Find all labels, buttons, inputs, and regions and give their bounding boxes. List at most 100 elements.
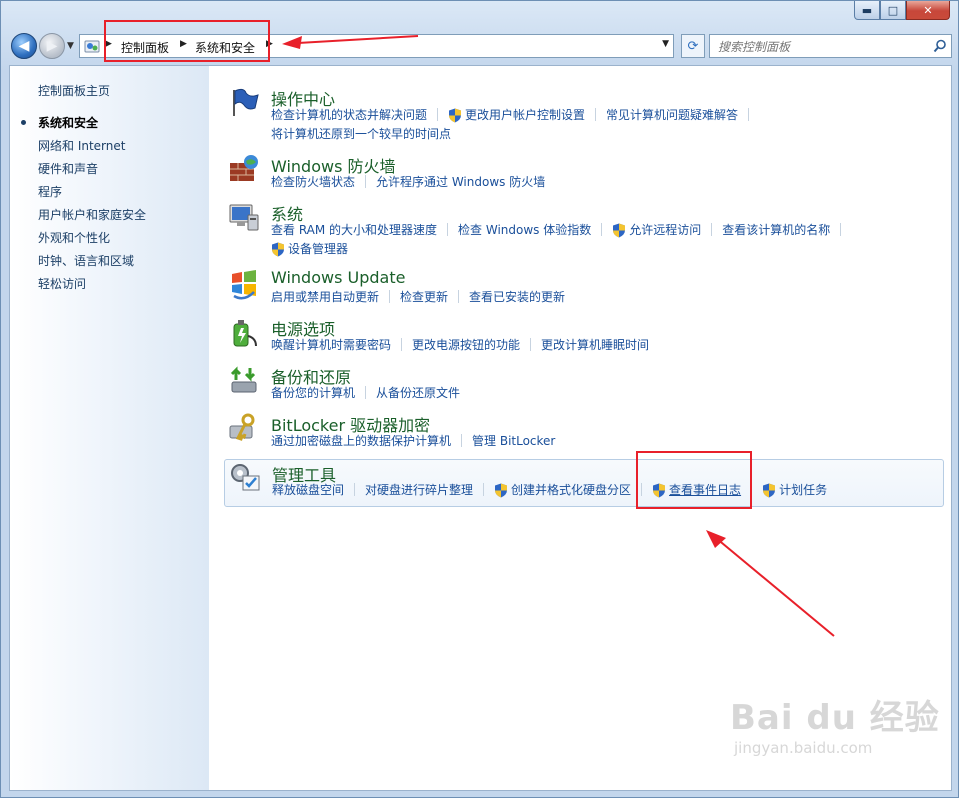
link-schedule-tasks[interactable]: 计划任务 — [762, 481, 827, 500]
link-separator — [365, 386, 367, 399]
link-computer-name[interactable]: 查看该计算机的名称 — [722, 221, 830, 240]
link-installed-updates[interactable]: 查看已安装的更新 — [469, 288, 565, 307]
uac-shield-icon — [613, 223, 626, 238]
sidebar-item-control-panel-home[interactable]: 控制面板主页 — [38, 82, 110, 99]
link-troubleshooting[interactable]: 常见计算机问题疑难解答 — [606, 106, 738, 125]
windows-update-icon — [232, 270, 256, 300]
address-history-dropdown-icon[interactable]: ▼ — [662, 39, 669, 49]
link-backup-computer[interactable]: 备份您的计算机 — [271, 384, 355, 403]
main-panel: 操作中心 检查计算机的状态并解决问题 更改用户帐户控制设置 常见计算机问题疑难解答 … — [210, 66, 951, 790]
sidebar-item-clock-language[interactable]: 时钟、语言和区域 — [38, 252, 134, 269]
link-separator — [437, 108, 439, 121]
category-windows-update: Windows Update 启用或禁用自动更新 检查更新 查看已安装的更新 — [224, 268, 942, 308]
uac-shield-icon — [449, 108, 462, 123]
link-label: 设备管理器 — [288, 242, 349, 256]
back-button[interactable]: ◀ — [11, 33, 37, 59]
maximize-button[interactable]: □ — [880, 1, 906, 20]
link-ram-processor[interactable]: 查看 RAM 的大小和处理器速度 — [271, 221, 437, 240]
link-separator — [354, 483, 356, 496]
link-separator — [401, 338, 403, 351]
category-backup-restore: 备份和还原 备份您的计算机 从备份还原文件 — [224, 364, 942, 404]
link-sleep-time[interactable]: 更改计算机睡眠时间 — [541, 336, 649, 355]
sidebar-item-ease-of-access[interactable]: 轻松访问 — [38, 275, 86, 292]
link-wake-password[interactable]: 唤醒计算机时需要密码 — [271, 336, 391, 355]
sidebar-item-programs[interactable]: 程序 — [38, 183, 62, 200]
sidebar-item-appearance[interactable]: 外观和个性化 — [38, 229, 110, 246]
link-defragment[interactable]: 对硬盘进行碎片整理 — [365, 481, 473, 500]
backup-restore-icon — [230, 366, 257, 393]
minimize-button[interactable]: ▬ — [854, 1, 880, 20]
sidebar-item-network[interactable]: 网络和 Internet — [38, 137, 125, 154]
link-experience-index[interactable]: 检查 Windows 体验指数 — [458, 221, 591, 240]
search-input[interactable] — [716, 36, 920, 58]
recent-pages-dropdown-icon[interactable]: ▼ — [67, 41, 74, 51]
category-action-center: 操作中心 检查计算机的状态并解决问题 更改用户帐户控制设置 常见计算机问题疑难解答 … — [224, 86, 942, 142]
link-auto-update[interactable]: 启用或禁用自动更新 — [271, 288, 379, 307]
link-separator — [601, 223, 603, 236]
watermark-brand: Bai du 经验 — [730, 698, 940, 738]
category-firewall: Windows 防火墙 检查防火墙状态 允许程序通过 Windows 防火墙 — [224, 153, 942, 193]
link-uac-settings[interactable]: 更改用户帐户控制设置 — [448, 106, 585, 125]
link-manage-bitlocker[interactable]: 管理 BitLocker — [472, 432, 555, 451]
link-separator — [458, 290, 460, 303]
link-label: 更改用户帐户控制设置 — [465, 108, 586, 122]
annotation-box-address — [104, 20, 270, 62]
link-system-restore[interactable]: 将计算机还原到一个较早的时间点 — [271, 125, 451, 144]
search-box[interactable] — [709, 34, 952, 58]
category-links: 释放磁盘空间 对硬盘进行碎片整理 创建并格式化硬盘分区 查看事件日志 计划任务 — [272, 481, 959, 500]
link-separator — [483, 483, 485, 496]
category-power-options: 电源选项 唤醒计算机时需要密码 更改电源按钮的功能 更改计算机睡眠时间 — [224, 316, 942, 356]
window-frame: ▬ □ ✕ ◀ ▶ ▼ ▶ 控制面板 ▶ 系统和安全 ▶ ▼ ⟳ 搜索控制面板 … — [0, 0, 959, 798]
bitlocker-icon — [229, 413, 255, 441]
window-controls: ▬ □ ✕ — [854, 1, 950, 20]
link-restore-files[interactable]: 从备份还原文件 — [376, 384, 460, 403]
link-label: 计划任务 — [779, 483, 828, 497]
sidebar-item-label: 系统和安全 — [38, 116, 99, 130]
link-label: 允许远程访问 — [629, 223, 702, 237]
refresh-button[interactable]: ⟳ — [681, 34, 705, 58]
link-create-partition[interactable]: 创建并格式化硬盘分区 — [494, 481, 631, 500]
annotation-arrow-icon — [706, 530, 835, 637]
link-separator — [389, 290, 391, 303]
link-check-status[interactable]: 检查计算机的状态并解决问题 — [271, 106, 427, 125]
close-button[interactable]: ✕ — [906, 1, 950, 20]
link-separator — [530, 338, 532, 351]
link-firewall-status[interactable]: 检查防火墙状态 — [271, 173, 355, 192]
sidebar-item-user-accounts[interactable]: 用户帐户和家庭安全 — [38, 206, 146, 223]
link-device-manager[interactable]: 设备管理器 — [271, 240, 348, 259]
link-separator — [365, 175, 367, 188]
link-encrypt-disk[interactable]: 通过加密磁盘上的数据保护计算机 — [271, 432, 451, 451]
current-bullet-icon — [21, 120, 26, 125]
link-separator — [711, 223, 713, 236]
category-links: 启用或禁用自动更新 检查更新 查看已安装的更新 — [271, 288, 959, 307]
link-remote-access[interactable]: 允许远程访问 — [612, 221, 701, 240]
category-admin-tools: 管理工具 释放磁盘空间 对硬盘进行碎片整理 创建并格式化硬盘分区 查看事件日志 计划任务 — [224, 459, 944, 507]
link-separator — [748, 108, 750, 121]
category-links: 查看 RAM 的大小和处理器速度 检查 Windows 体验指数 允许远程访问 查看该… — [271, 221, 959, 259]
link-check-updates[interactable]: 检查更新 — [400, 288, 448, 307]
link-separator — [447, 223, 449, 236]
annotation-box-event-log — [636, 451, 752, 509]
admin-tools-icon — [231, 464, 260, 491]
sidebar-item-system-security: 系统和安全 — [21, 114, 99, 131]
link-separator — [595, 108, 597, 121]
category-title[interactable]: Windows Update — [271, 268, 405, 287]
category-links: 备份您的计算机 从备份还原文件 — [271, 384, 959, 403]
link-power-button[interactable]: 更改电源按钮的功能 — [412, 336, 520, 355]
sidebar-item-hardware-sound[interactable]: 硬件和声音 — [38, 160, 98, 177]
firewall-icon — [230, 155, 258, 181]
sidebar: 控制面板主页 系统和安全 网络和 Internet 硬件和声音 程序 用户帐户和… — [10, 66, 209, 790]
forward-button[interactable]: ▶ — [39, 33, 65, 59]
power-options-icon — [233, 320, 257, 347]
link-allow-program[interactable]: 允许程序通过 Windows 防火墙 — [376, 173, 545, 192]
baidu-watermark: Bai du 经验 jingyan.baidu.com — [730, 690, 940, 757]
uac-shield-icon — [495, 483, 508, 498]
search-icon[interactable] — [933, 39, 947, 53]
link-disk-cleanup[interactable]: 释放磁盘空间 — [272, 481, 344, 500]
category-bitlocker: BitLocker 驱动器加密 通过加密磁盘上的数据保护计算机 管理 BitLoc… — [224, 412, 942, 452]
uac-shield-icon — [272, 242, 284, 257]
category-links: 唤醒计算机时需要密码 更改电源按钮的功能 更改计算机睡眠时间 — [271, 336, 959, 355]
category-links: 通过加密磁盘上的数据保护计算机 管理 BitLocker — [271, 432, 959, 451]
watermark-url: jingyan.baidu.com — [734, 739, 873, 757]
system-computer-icon — [229, 204, 259, 231]
